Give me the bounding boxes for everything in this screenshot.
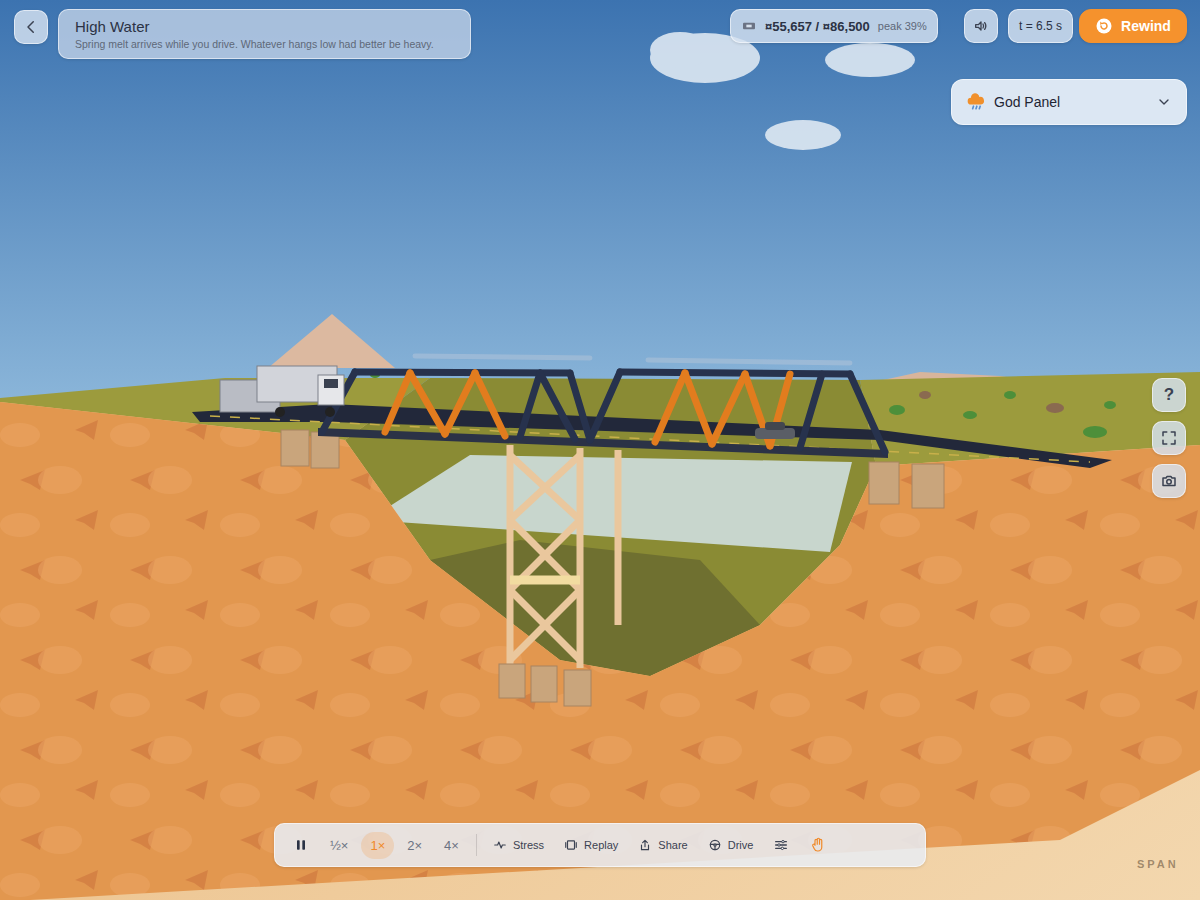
- rewind-label[interactable]: Rewind: [1121, 18, 1171, 34]
- speed-label[interactable]: ½×: [330, 838, 348, 853]
- play-pause-button[interactable]: [285, 831, 317, 859]
- action-label[interactable]: Stress: [513, 839, 544, 851]
- speed-button[interactable]: 2×: [398, 832, 431, 859]
- game-stage: High Water Spring melt arrives while you …: [0, 0, 1200, 900]
- cliff-face: [0, 402, 1200, 900]
- fullscreen-icon: [1160, 429, 1178, 447]
- fullscreen-button[interactable]: [1152, 421, 1186, 455]
- toolbar-action[interactable]: Stress: [485, 832, 552, 858]
- speaker-icon: [973, 18, 989, 34]
- water: [368, 455, 852, 552]
- road: [192, 404, 1112, 468]
- rewind-button[interactable]: Rewind: [1079, 9, 1187, 43]
- camera-button[interactable]: [1152, 464, 1186, 498]
- level-title-card: High Water Spring melt arrives while you …: [58, 9, 471, 59]
- action-label[interactable]: Replay: [584, 839, 618, 851]
- toolbar-action[interactable]: Drive: [700, 832, 762, 858]
- chevron-down-icon: [1156, 94, 1172, 110]
- span-watermark: SPAN: [1137, 858, 1179, 870]
- mountain: [268, 314, 395, 368]
- level-title: High Water: [75, 18, 454, 35]
- film-icon: [564, 838, 578, 852]
- money-icon: [741, 18, 757, 34]
- clouds: [650, 32, 915, 150]
- speed-label[interactable]: 2×: [407, 838, 422, 853]
- steering-wheel-icon: [708, 838, 722, 852]
- action-label[interactable]: Share: [658, 839, 687, 851]
- god-panel[interactable]: God Panel: [951, 79, 1187, 125]
- god-panel-label[interactable]: God Panel: [994, 94, 1148, 110]
- playback-toolbar: ½× 1× 2× 4× Stress Replay Share Drive: [274, 823, 926, 867]
- time-pill: t = 6.5 s: [1008, 9, 1073, 43]
- help-label[interactable]: ?: [1164, 385, 1174, 405]
- sliders-icon: [773, 837, 789, 853]
- settings-button[interactable]: [765, 831, 797, 859]
- truss: [322, 356, 885, 452]
- pulse-icon: [493, 838, 507, 852]
- side-buttons: ?: [1152, 378, 1186, 498]
- speed-button[interactable]: 4×: [435, 832, 468, 859]
- storm-cloud-icon: [966, 92, 986, 112]
- toolbar-divider: [476, 834, 477, 856]
- grab-tool-button[interactable]: [801, 830, 835, 860]
- rewind-icon: [1095, 17, 1113, 35]
- peak-stress: peak 39%: [878, 20, 927, 32]
- car: [755, 422, 795, 439]
- wooden-pier: [510, 445, 618, 668]
- speed-label[interactable]: 4×: [444, 838, 459, 853]
- back-button[interactable]: [14, 10, 48, 44]
- toolbar-action[interactable]: Replay: [556, 832, 626, 858]
- help-button[interactable]: ?: [1152, 378, 1186, 412]
- footings: [281, 430, 944, 706]
- toolbar-action[interactable]: Share: [630, 832, 695, 858]
- budget-amount: ¤55,657 / ¤86,500: [765, 19, 870, 34]
- bridge-scene[interactable]: [0, 0, 1200, 900]
- speed-button[interactable]: ½×: [321, 832, 357, 859]
- level-subtitle: Spring melt arrives while you drive. Wha…: [75, 38, 454, 50]
- hand-icon: [809, 836, 827, 854]
- sim-time: t = 6.5 s: [1019, 19, 1062, 33]
- action-label[interactable]: Drive: [728, 839, 754, 851]
- speed-button[interactable]: 1×: [361, 832, 394, 859]
- pause-icon: [293, 837, 309, 853]
- share-icon: [638, 838, 652, 852]
- camera-icon: [1160, 472, 1178, 490]
- sound-button[interactable]: [964, 9, 998, 43]
- chevron-left-icon: [22, 18, 40, 36]
- budget-pill: ¤55,657 / ¤86,500 peak 39%: [730, 9, 938, 43]
- speed-label[interactable]: 1×: [370, 838, 385, 853]
- truck: [220, 366, 344, 417]
